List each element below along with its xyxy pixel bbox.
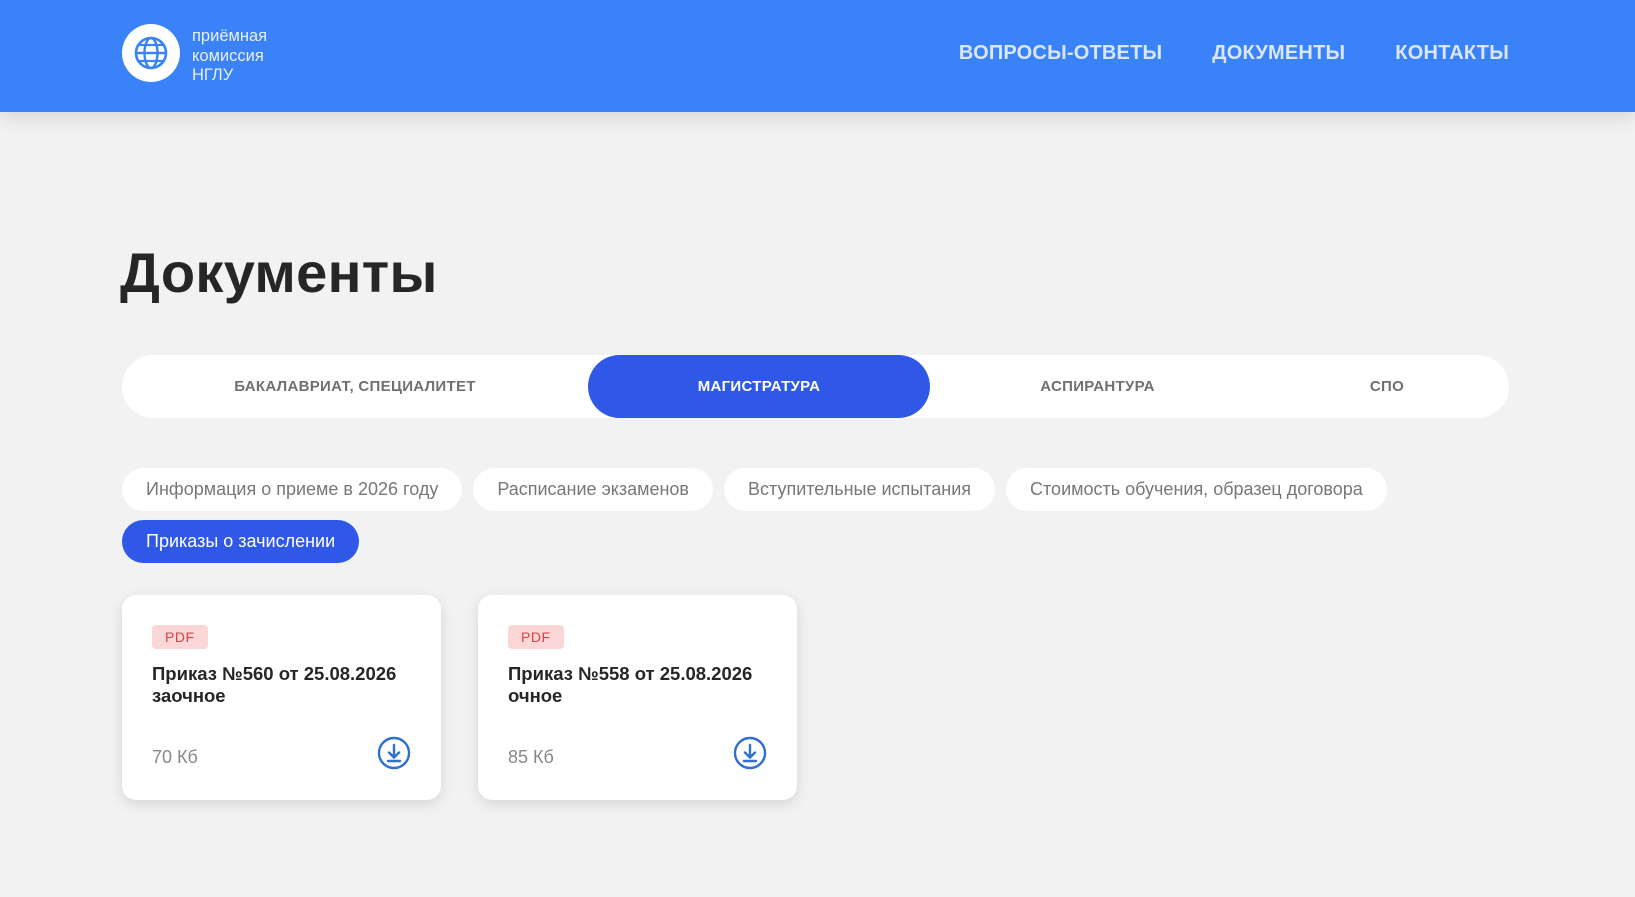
- file-type-badge: PDF: [152, 625, 208, 649]
- download-icon[interactable]: [377, 736, 411, 770]
- subtab-enrollment-orders[interactable]: Приказы о зачислении: [122, 520, 360, 563]
- logo-line: комиссия: [192, 46, 264, 65]
- file-type-badge: PDF: [508, 625, 564, 649]
- logo-line: НГЛУ: [192, 66, 234, 84]
- logo-line: приёмная: [192, 27, 268, 45]
- tab-spo[interactable]: СПО: [1265, 355, 1509, 418]
- subtab-tuition-cost[interactable]: Стоимость обучения, образец договора: [1006, 468, 1387, 511]
- globe-icon: [122, 24, 180, 82]
- tab-bachelor[interactable]: БАКАЛАВРИАТ, СПЕЦИАЛИТЕТ: [122, 355, 588, 418]
- document-title-line: Приказ №558 от 25.08.2026: [508, 663, 753, 684]
- logo[interactable]: приёмная комиссия НГЛУ: [122, 24, 267, 86]
- file-size: 85 Кб: [508, 747, 554, 767]
- tab-postgraduate[interactable]: АСПИРАНТУРА: [930, 355, 1265, 418]
- site-header: приёмная комиссия НГЛУ ВОПРОСЫ-ОТВЕТЫ ДО…: [0, 0, 1635, 112]
- document-card[interactable]: PDF Приказ №560 от 25.08.2026 заочное 70…: [122, 595, 441, 800]
- nav-documents[interactable]: ДОКУМЕНТЫ: [1212, 42, 1345, 65]
- subtab-entrance-tests[interactable]: Вступительные испытания: [724, 468, 996, 511]
- download-icon[interactable]: [733, 736, 767, 770]
- document-category-tabs: Информация о приеме в 2026 году Расписан…: [122, 468, 1522, 572]
- nav-contacts[interactable]: КОНТАКТЫ: [1395, 42, 1509, 65]
- main-nav: ВОПРОСЫ-ОТВЕТЫ ДОКУМЕНТЫ КОНТАКТЫ: [959, 42, 1509, 65]
- document-title-line: заочное: [152, 685, 226, 706]
- document-title-line: Приказ №560 от 25.08.2026: [152, 663, 397, 684]
- subtab-admission-info[interactable]: Информация о приеме в 2026 году: [122, 468, 463, 511]
- nav-faq[interactable]: ВОПРОСЫ-ОТВЕТЫ: [959, 42, 1162, 65]
- document-title-line: очное: [508, 685, 563, 706]
- logo-text: приёмная комиссия НГЛУ: [192, 27, 267, 86]
- document-card[interactable]: PDF Приказ №558 от 25.08.2026 очное 85 К…: [478, 595, 797, 800]
- subtab-exam-schedule[interactable]: Расписание экзаменов: [473, 468, 713, 511]
- file-size: 70 Кб: [152, 747, 198, 767]
- document-title: Приказ №558 от 25.08.2026 очное: [508, 663, 767, 707]
- level-tabs: БАКАЛАВРИАТ, СПЕЦИАЛИТЕТ МАГИСТРАТУРА АС…: [122, 355, 1509, 418]
- tab-master[interactable]: МАГИСТРАТУРА: [588, 355, 930, 418]
- document-list: PDF Приказ №560 от 25.08.2026 заочное 70…: [122, 595, 797, 800]
- page-title: Документы: [120, 241, 438, 304]
- document-title: Приказ №560 от 25.08.2026 заочное: [152, 663, 411, 707]
